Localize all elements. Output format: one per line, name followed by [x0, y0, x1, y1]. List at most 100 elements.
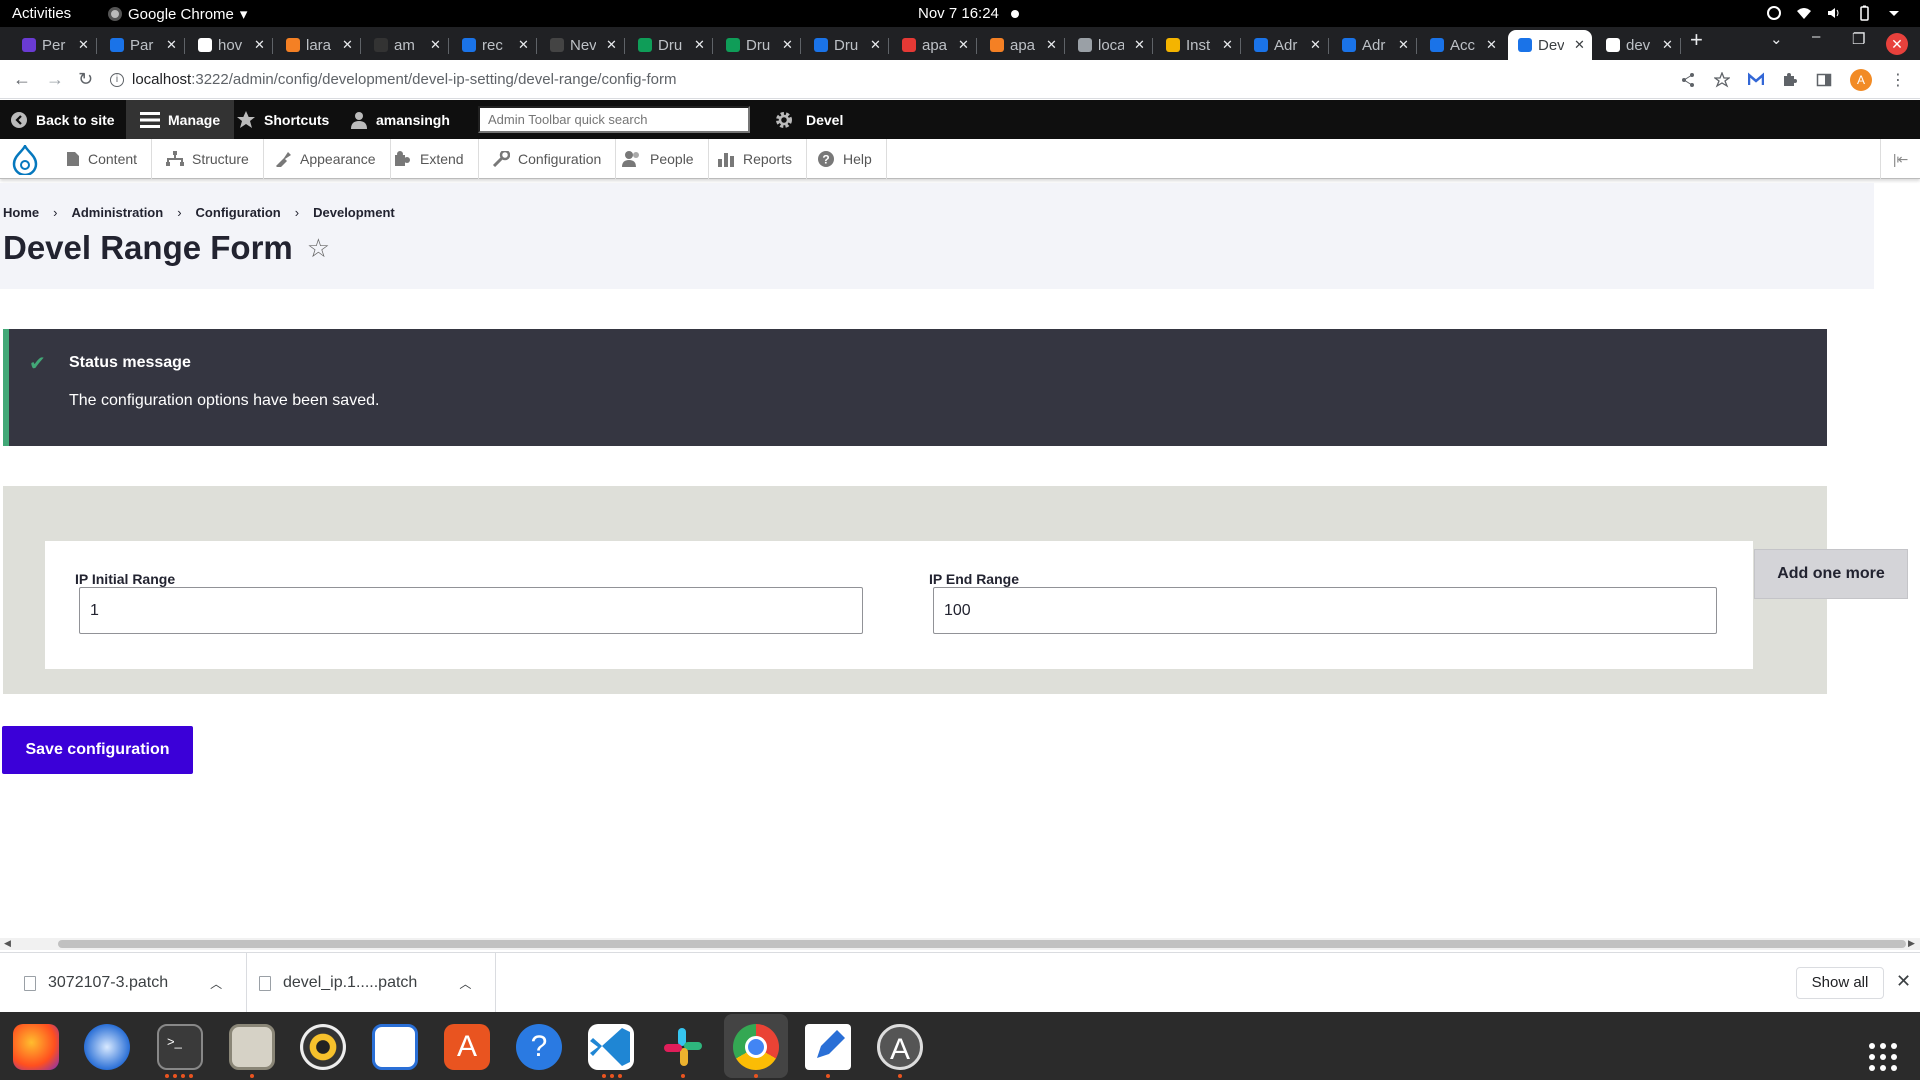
scrollbar-thumb[interactable]	[58, 940, 1906, 948]
browser-tab[interactable]: Acc ✕	[1420, 30, 1504, 60]
menu-item-people[interactable]: People	[608, 139, 709, 179]
terminal-icon[interactable]: >_	[157, 1024, 203, 1070]
browser-tab[interactable]: Dru ✕	[628, 30, 712, 60]
tab-close-icon[interactable]: ✕	[782, 37, 793, 53]
libreoffice-writer-icon[interactable]	[372, 1024, 418, 1070]
browser-tab[interactable]: Dev ✕	[1508, 30, 1592, 60]
clock[interactable]: Nov 7 16:24	[918, 5, 1019, 22]
tab-close-icon[interactable]: ✕	[1222, 37, 1233, 53]
activities-button[interactable]: Activities	[12, 5, 71, 22]
manage-tab[interactable]: Manage	[126, 100, 235, 139]
app-store-icon[interactable]: A	[444, 1024, 490, 1070]
reload-icon[interactable]: ↻	[78, 69, 93, 90]
tab-close-icon[interactable]: ✕	[342, 37, 353, 53]
browser-tab[interactable]: dev ✕	[1596, 30, 1680, 60]
browser-tab[interactable]: Nev ✕	[540, 30, 624, 60]
browser-tab[interactable]: hov ✕	[188, 30, 272, 60]
ip-end-input[interactable]	[933, 587, 1717, 634]
new-tab-plus-icon[interactable]: +	[1690, 27, 1703, 53]
window-close-icon[interactable]: ✕	[1886, 33, 1908, 55]
browser-tab[interactable]: Inst ✕	[1156, 30, 1240, 60]
tab-close-icon[interactable]: ✕	[430, 37, 441, 53]
tab-close-icon[interactable]: ✕	[1486, 37, 1497, 53]
browser-tab[interactable]: Adr ✕	[1244, 30, 1328, 60]
scroll-left-icon[interactable]: ◀	[4, 938, 11, 949]
download-options-caret-icon[interactable]: ︿	[210, 975, 222, 992]
extension-m-icon[interactable]	[1748, 72, 1764, 88]
devel-tab[interactable]: Devel	[774, 100, 843, 139]
software-updater-icon[interactable]: A	[877, 1024, 923, 1070]
browser-tab[interactable]: am ✕	[364, 30, 448, 60]
help-icon[interactable]: ?	[516, 1024, 562, 1070]
download-item[interactable]: 3072107-3.patch ︿	[0, 953, 248, 1013]
browser-tab[interactable]: apa ✕	[892, 30, 976, 60]
back-arrow-icon[interactable]: ←	[13, 69, 31, 90]
browser-tab[interactable]: Adr ✕	[1332, 30, 1416, 60]
shortcuts-tab[interactable]: Shortcuts	[236, 100, 329, 139]
breadcrumb-link[interactable]: Administration	[71, 205, 163, 220]
tab-close-icon[interactable]: ✕	[1046, 37, 1057, 53]
breadcrumb-link[interactable]: Home	[3, 205, 39, 220]
tab-close-icon[interactable]: ✕	[254, 37, 265, 53]
breadcrumb-link[interactable]: Development	[313, 205, 395, 220]
address-bar[interactable]: i localhost:3222/admin/config/developmen…	[110, 65, 1670, 94]
show-all-downloads-button[interactable]: Show all	[1796, 967, 1884, 999]
close-shelf-icon[interactable]: ✕	[1896, 971, 1911, 992]
ip-initial-input[interactable]	[79, 587, 863, 634]
app-menu[interactable]: Google Chrome ▾	[108, 5, 247, 23]
chrome-menu-icon[interactable]: ⋮	[1890, 70, 1906, 90]
menu-item-help[interactable]: ? Help	[803, 139, 887, 179]
browser-tab[interactable]: Dru ✕	[716, 30, 800, 60]
browser-tab[interactable]: Per ✕	[12, 30, 96, 60]
user-tab[interactable]: amansingh	[350, 100, 450, 139]
menu-item-reports[interactable]: Reports	[703, 139, 808, 179]
tab-close-icon[interactable]: ✕	[694, 37, 705, 53]
browser-tab[interactable]: apa ✕	[980, 30, 1064, 60]
forward-arrow-icon[interactable]: →	[46, 69, 64, 90]
restore-icon[interactable]: ❐	[1852, 30, 1865, 48]
drupal-logo-icon[interactable]	[12, 145, 38, 175]
tab-close-icon[interactable]: ✕	[78, 37, 89, 53]
download-item[interactable]: devel_ip.1.....patch ︿	[235, 953, 497, 1013]
tab-close-icon[interactable]: ✕	[166, 37, 177, 53]
admin-toolbar-search-input[interactable]	[478, 106, 750, 133]
rhythmbox-icon[interactable]	[300, 1024, 346, 1070]
horizontal-scrollbar[interactable]: ◀ ▶	[0, 938, 1920, 950]
slack-icon[interactable]	[660, 1024, 706, 1070]
side-panel-icon[interactable]	[1816, 72, 1832, 88]
shortcut-star-icon[interactable]: ☆	[307, 233, 330, 264]
tab-close-icon[interactable]: ✕	[518, 37, 529, 53]
vscode-icon[interactable]	[588, 1024, 634, 1070]
download-options-caret-icon[interactable]: ︿	[459, 975, 471, 992]
menu-item-configuration[interactable]: Configuration	[478, 139, 617, 179]
show-applications-icon[interactable]	[1868, 1042, 1898, 1072]
add-one-more-button[interactable]: Add one more	[1754, 549, 1908, 599]
thunderbird-icon[interactable]	[84, 1024, 130, 1070]
tab-close-icon[interactable]: ✕	[958, 37, 969, 53]
browser-tab[interactable]: Dru ✕	[804, 30, 888, 60]
tab-close-icon[interactable]: ✕	[606, 37, 617, 53]
files-icon[interactable]	[229, 1024, 275, 1070]
tab-close-icon[interactable]: ✕	[1398, 37, 1409, 53]
site-info-icon[interactable]: i	[110, 72, 124, 87]
menu-item-extend[interactable]: Extend	[380, 139, 479, 179]
minimize-icon[interactable]: –	[1812, 28, 1820, 45]
breadcrumb-link[interactable]: Configuration	[196, 205, 281, 220]
menu-item-structure[interactable]: Structure	[152, 139, 264, 179]
back-to-site-link[interactable]: Back to site	[10, 100, 115, 139]
system-tray[interactable]	[1766, 5, 1902, 21]
scroll-right-icon[interactable]: ▶	[1908, 938, 1915, 949]
profile-avatar[interactable]: A	[1850, 69, 1872, 91]
save-configuration-button[interactable]: Save configuration	[2, 726, 193, 774]
browser-tab[interactable]: Par ✕	[100, 30, 184, 60]
menu-item-content[interactable]: Content	[52, 139, 153, 179]
extensions-puzzle-icon[interactable]	[1782, 72, 1798, 88]
browser-tab[interactable]: lara ✕	[276, 30, 360, 60]
chrome-dock-icon[interactable]	[733, 1024, 779, 1070]
tab-close-icon[interactable]: ✕	[1662, 37, 1673, 53]
browser-tab[interactable]: loca ✕	[1068, 30, 1152, 60]
tab-close-icon[interactable]: ✕	[1574, 37, 1585, 53]
collapse-tray-icon[interactable]: |⇤	[1880, 139, 1920, 179]
text-editor-icon[interactable]	[805, 1024, 851, 1070]
tab-close-icon[interactable]: ✕	[1310, 37, 1321, 53]
